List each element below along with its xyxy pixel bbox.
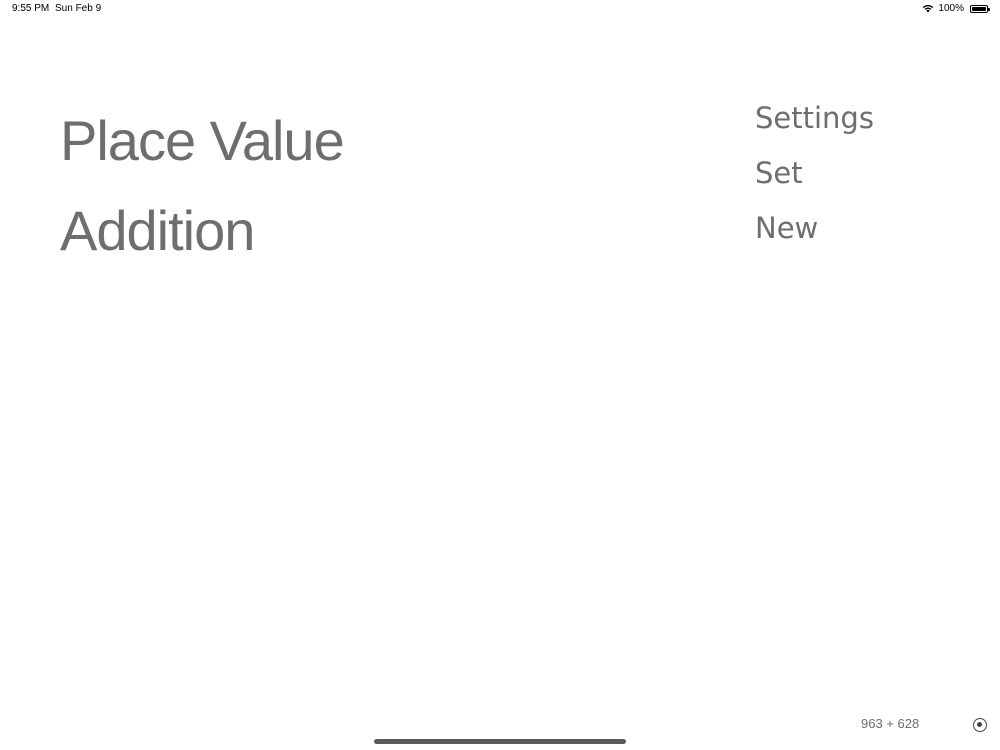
wifi-icon — [923, 4, 934, 13]
record-button[interactable] — [973, 718, 987, 732]
settings-button[interactable]: Settings — [755, 98, 874, 153]
new-button[interactable]: New — [755, 208, 874, 263]
app-title: Place Value Addition — [60, 96, 345, 276]
battery-percent: 100% — [938, 3, 964, 14]
home-indicator[interactable] — [374, 739, 626, 744]
side-menu: Settings Set New — [755, 98, 874, 263]
set-button[interactable]: Set — [755, 153, 874, 208]
record-icon — [977, 722, 982, 727]
status-bar: 9:55 PM Sun Feb 9 100% — [0, 0, 1000, 18]
status-indicators: 100% — [922, 3, 990, 14]
battery-icon — [970, 4, 990, 13]
battery-fill — [972, 6, 986, 11]
status-date: Sun Feb 9 — [55, 3, 102, 14]
battery-nub — [988, 7, 990, 11]
title-line-addition: Addition — [60, 199, 255, 262]
status-time: 9:55 PM — [12, 3, 50, 14]
problem-text: 963 + 628 — [861, 716, 920, 731]
title-line-place-value: Place Value — [60, 109, 345, 172]
